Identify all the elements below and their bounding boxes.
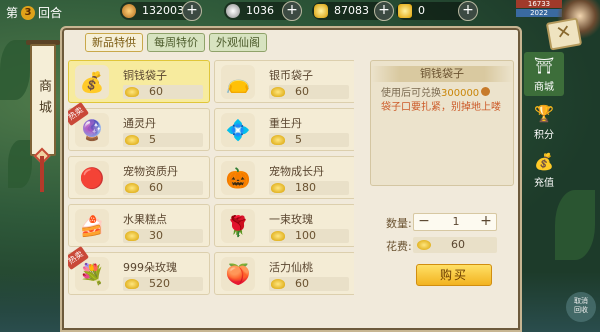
- quantity-label: 数量:: [386, 217, 412, 230]
- quantity-stepper: − 1 +: [413, 213, 497, 231]
- gold-ingot-icon: [125, 231, 139, 241]
- currency-ingot: 0 +: [396, 1, 478, 21]
- item-name: 宠物成长丹: [269, 165, 324, 178]
- round-prefix: 第: [6, 6, 19, 20]
- quantity-value[interactable]: 1: [442, 215, 470, 228]
- tassel-decoration: [40, 156, 44, 192]
- add-silver-button[interactable]: +: [282, 1, 302, 21]
- detail-title: 铜钱袋子: [371, 66, 513, 82]
- right-nav-label: 商城: [534, 82, 554, 93]
- round-number: 3: [21, 5, 36, 20]
- points-icon: 🏆: [534, 104, 554, 123]
- item-card[interactable]: 🌹 一束玫瑰 100: [214, 204, 354, 247]
- item-name: 999朵玫瑰: [123, 261, 177, 274]
- shop-tabs: 新品特供 每周特价 外观仙阁: [85, 33, 267, 52]
- rose-icon: 🌹: [221, 209, 255, 243]
- shop-icon: ⛩: [533, 56, 555, 75]
- leaf-decoration: [8, 140, 32, 188]
- money-bag-icon: 💰: [75, 65, 109, 99]
- item-name: 水果糕点: [123, 213, 167, 226]
- currency-copper: 1320032 +: [120, 1, 202, 21]
- round-suffix: 回合: [38, 6, 63, 20]
- cancel-recycle-button[interactable]: 取消 回收: [566, 292, 596, 322]
- cost-label: 花费:: [386, 240, 412, 253]
- silver-bag-icon: 👝: [221, 65, 255, 99]
- item-card[interactable]: 🍰 水果糕点 30: [68, 204, 210, 247]
- gold-ingot-icon: [271, 279, 285, 289]
- gold-ingot-icon: [417, 240, 431, 250]
- close-icon[interactable]: ✕: [545, 17, 583, 51]
- item-name: 铜钱袋子: [123, 69, 167, 82]
- tab-weekly-sale[interactable]: 每周特价: [147, 33, 205, 52]
- add-ingot-button[interactable]: +: [458, 1, 478, 21]
- gold-ingot-icon: [271, 87, 285, 97]
- item-card[interactable]: 👝 银币袋子 60: [214, 60, 354, 103]
- detail-desc-prefix: 使用后可兑换: [381, 88, 441, 99]
- gold-ingot-icon: [125, 87, 139, 97]
- tab-new-items[interactable]: 新品特供: [85, 33, 143, 52]
- copper-coin-icon: [481, 87, 491, 96]
- right-nav: ⛩ 商城 🏆 积分 💰 充值: [522, 52, 566, 202]
- detail-desc-amount: 300000: [441, 88, 480, 99]
- fruit-cake-icon: 🍰: [75, 209, 109, 243]
- treasure-ingot-icon: [398, 4, 412, 18]
- detail-desc-warning: 袋子口要扎紧，别掉地上喽: [381, 102, 501, 113]
- buy-button[interactable]: 购买: [416, 264, 492, 286]
- currency-gold: 87083 +: [312, 1, 394, 21]
- gold-ingot-icon: [271, 135, 285, 145]
- gold-ingot-icon: [314, 4, 328, 18]
- right-nav-item[interactable]: ⛩ 商城: [524, 52, 564, 96]
- right-nav-label: 充值: [534, 178, 554, 189]
- item-card[interactable]: 🔴 宠物资质丹 60: [68, 156, 210, 199]
- peach-icon: 🍑: [221, 257, 255, 291]
- item-name: 一束玫瑰: [269, 213, 313, 226]
- add-gold-button[interactable]: +: [374, 1, 394, 21]
- decrease-button[interactable]: −: [415, 214, 433, 230]
- right-nav-item[interactable]: 💰 充值: [524, 148, 564, 192]
- item-grid: 💰 铜钱袋子 60 👝 银币袋子 60 🔮 热卖 通灵丹 5 💠 重生丹 5 🔴 宠物资质丹 60 🎃 宠物成长丹…: [68, 60, 354, 332]
- silver-value: 1036: [246, 4, 274, 17]
- item-card[interactable]: 🔮 热卖 通灵丹 5: [68, 101, 210, 151]
- increase-button[interactable]: +: [477, 214, 495, 230]
- item-name: 活力仙桃: [269, 261, 313, 274]
- gold-ingot-icon: [271, 231, 285, 241]
- round-indicator: 第 3 回合: [6, 4, 62, 21]
- add-copper-button[interactable]: +: [182, 1, 202, 21]
- gold-ingot-icon: [125, 135, 139, 145]
- item-card[interactable]: 🎃 宠物成长丹 180: [214, 156, 354, 199]
- gold-ingot-icon: [271, 183, 285, 193]
- pet-pill-icon: 🔴: [75, 161, 109, 195]
- item-name: 银币袋子: [269, 69, 313, 82]
- top-bar: 第 3 回合 1320032 + 1036 + 87083 + 0 + 1673…: [0, 0, 600, 40]
- gold-value: 87083: [334, 4, 369, 17]
- item-card[interactable]: 🍑 活力仙桃 60: [214, 252, 354, 295]
- growth-pill-icon: 🎃: [221, 161, 255, 195]
- right-nav-item[interactable]: 🏆 积分: [524, 100, 564, 144]
- item-name: 宠物资质丹: [123, 165, 178, 178]
- right-nav-label: 积分: [534, 130, 554, 141]
- item-name: 重生丹: [269, 117, 302, 130]
- shop-banner: 商城: [30, 44, 56, 156]
- gold-ingot-icon: [125, 279, 139, 289]
- rebirth-pill-icon: 💠: [221, 113, 255, 147]
- copper-coin-icon: [122, 4, 136, 18]
- gold-ingot-icon: [125, 183, 139, 193]
- ingot-value: 0: [418, 4, 425, 17]
- recharge-icon: 💰: [534, 152, 554, 171]
- detail-description: 使用后可兑换300000 袋子口要扎紧，别掉地上喽: [381, 87, 509, 115]
- item-card[interactable]: 💐 热卖 999朵玫瑰 520: [68, 245, 210, 295]
- item-detail: 铜钱袋子 使用后可兑换300000 袋子口要扎紧，别掉地上喽: [370, 60, 514, 186]
- currency-silver: 1036 +: [224, 1, 302, 21]
- item-card[interactable]: 💠 重生丹 5: [214, 108, 354, 151]
- leaf-decoration: [0, 40, 30, 100]
- item-name: 通灵丹: [123, 117, 156, 130]
- silver-coin-icon: [226, 4, 240, 18]
- item-card[interactable]: 💰 铜钱袋子 60: [68, 60, 210, 103]
- tab-appearance[interactable]: 外观仙阁: [209, 33, 267, 52]
